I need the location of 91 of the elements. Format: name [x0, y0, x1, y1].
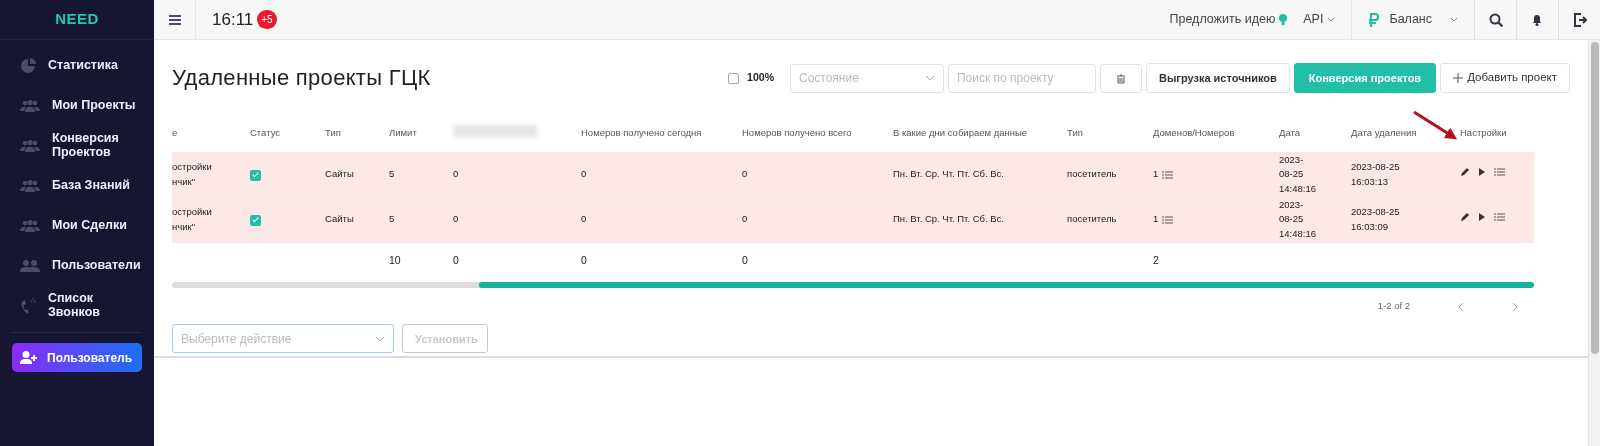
table-cell: Сайты	[325, 168, 354, 180]
status-checkbox[interactable]	[250, 214, 261, 226]
ruble-icon	[1368, 12, 1380, 27]
table-cell: 2023- 08-25 14:48:16	[1279, 198, 1316, 240]
list-icon[interactable]	[1162, 215, 1174, 224]
users-icon	[20, 260, 40, 272]
column-header: Настройки	[1460, 126, 1507, 138]
users-icon	[20, 140, 40, 152]
idea-link[interactable]: Предложить идею	[1169, 10, 1288, 29]
table-cell: 2023- 08-25 14:48:16	[1279, 153, 1316, 194]
table-cell: 2	[1153, 254, 1159, 267]
export-button[interactable]: Выгрузка источников	[1145, 63, 1290, 93]
chevron-left-icon	[1458, 302, 1464, 313]
plus-icon	[1453, 73, 1464, 84]
caret-icon	[375, 335, 385, 342]
pagination-info: 1-2 of 2	[1377, 299, 1410, 314]
column-header: Доменов/Номеров	[1153, 126, 1235, 138]
sidebar-item[interactable]: Список Звонков	[0, 288, 154, 324]
users-icon	[20, 100, 40, 112]
api-link[interactable]: API	[1303, 10, 1336, 29]
table-cell: 0	[742, 254, 748, 267]
list-icon[interactable]	[1162, 170, 1174, 179]
status-checkbox[interactable]	[250, 169, 261, 181]
search-icon	[1488, 12, 1503, 27]
caret-icon	[1450, 17, 1458, 22]
add-user-icon	[20, 351, 37, 364]
sidebar-item[interactable]: Статистика	[0, 48, 154, 84]
sidebar-item[interactable]: Конверсия Проектов	[0, 128, 154, 164]
menu-icon	[168, 14, 181, 25]
table-cell: 0	[581, 254, 587, 267]
clock-time: 16:11	[212, 8, 254, 31]
pie-chart-icon	[20, 58, 36, 74]
table-cell: 10	[389, 254, 401, 267]
column-header: Статус	[250, 126, 281, 138]
table-cell: остройки нчик"	[172, 160, 212, 187]
caret-icon	[924, 75, 935, 81]
column-header: е	[172, 126, 178, 138]
play-icon[interactable]	[1478, 212, 1486, 223]
balance-link[interactable]: Баланс	[1368, 10, 1458, 29]
chevron-right-icon	[1512, 302, 1518, 313]
users-icon	[20, 220, 40, 232]
table-cell: 0	[742, 213, 748, 225]
play-icon[interactable]	[1478, 167, 1486, 178]
add-project-button[interactable]: Добавить проект	[1440, 63, 1570, 93]
table-cell: 0	[453, 213, 459, 225]
horizontal-scrollbar[interactable]	[172, 282, 1534, 289]
column-header: Номеров получено сегодня	[581, 126, 702, 138]
list-icon[interactable]	[1494, 168, 1505, 177]
table-cell: Пн. Вт. Ср. Чт. Пт. Сб. Вс.	[893, 213, 1004, 225]
delete-button[interactable]	[1099, 63, 1142, 93]
trash-icon	[1115, 73, 1126, 84]
phone-icon	[20, 298, 36, 314]
user-button[interactable]: Пользователь	[12, 343, 142, 372]
logo: NEED	[55, 9, 99, 30]
table-cell: 0	[453, 168, 459, 180]
table-cell: остройки нчик"	[172, 206, 212, 232]
sidebar-item[interactable]: Мои Проекты	[0, 88, 154, 124]
column-header: В какие дни собираем данные	[893, 126, 1028, 138]
checkbox[interactable]: 100%	[728, 70, 774, 86]
notification-badge: +5	[257, 10, 277, 29]
table-cell: 1	[1153, 167, 1159, 182]
table-cell: Пн. Вт. Ср. Чт. Пт. Сб. Вс.	[893, 168, 1004, 180]
column-header: Лимит	[389, 126, 417, 138]
table-cell: посетитель	[1067, 213, 1117, 225]
table-cell: 0	[453, 254, 459, 267]
table-cell: посетитель	[1067, 168, 1117, 180]
table-cell: Сайты	[325, 213, 354, 225]
sidebar-item[interactable]: Пользователи	[0, 248, 154, 284]
table-cell-text: 1	[1153, 212, 1159, 227]
page-scrollbar[interactable]	[1588, 40, 1600, 446]
users-icon	[20, 180, 40, 192]
table-cell: 0	[581, 168, 587, 180]
table-cell: 5	[389, 168, 395, 180]
search-field[interactable]: Поиск по проекту	[947, 63, 1096, 93]
table-cell: 5	[389, 213, 395, 225]
caret-icon	[1327, 17, 1336, 22]
column-header: Тип	[1067, 126, 1083, 138]
column-header: Дата	[1279, 126, 1301, 138]
column-header: Дата удаления	[1351, 126, 1417, 138]
table-cell: 0	[581, 213, 587, 225]
sidebar-item[interactable]: Мои Сделки	[0, 208, 154, 244]
table-cell: 2023-08-25 16:03:13	[1351, 160, 1400, 187]
table-cell: 0	[742, 168, 748, 180]
lightbulb-icon	[1279, 14, 1288, 25]
column-header: Тип	[325, 126, 341, 138]
table-cell: 2023-08-25 16:03:09	[1351, 206, 1400, 232]
logout-icon	[1572, 12, 1587, 27]
list-icon[interactable]	[1494, 213, 1505, 222]
page-title: Удаленные проекты ГЦК	[172, 64, 431, 92]
sidebar-item[interactable]: База Знаний	[0, 168, 154, 204]
column-header: Номеров получено всего	[742, 126, 852, 138]
